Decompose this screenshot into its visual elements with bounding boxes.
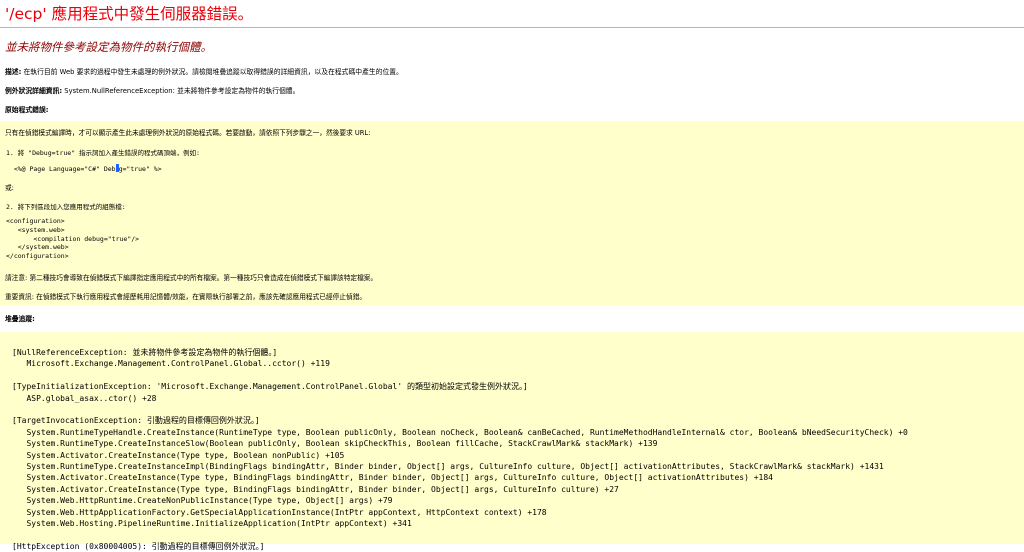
page-title: '/ecp' 應用程式中發生伺服器錯誤。 — [5, 5, 254, 23]
stack-line: System.RuntimeTypeHandle.CreateInstance(… — [12, 427, 908, 437]
source-note: 請注意: 第二種技巧會導致在偵錯模式下編譯指定應用程式中的所有檔案。第一種技巧只… — [5, 274, 378, 282]
stack-line: System.RuntimeType.CreateInstanceSlow(Bo… — [12, 439, 658, 449]
stack-line: ASP.global_asax..ctor() +28 — [12, 393, 157, 403]
config-line: </system.web> — [6, 243, 69, 252]
stack-trace-box: [NullReferenceException: 並未將物件參考設定為物件的執行… — [0, 332, 1024, 551]
stack-line: System.Web.HttpRuntime.CreateNonPublicIn… — [12, 496, 393, 506]
exception-details-text: System.NullReferenceException: 並未將物件參考設定… — [62, 87, 300, 95]
stack-line: System.Activator.CreateInstance(Type typ… — [12, 473, 773, 483]
stack-trace: [NullReferenceException: 並未將物件參考設定為物件的執行… — [12, 347, 908, 552]
config-line: </configuration> — [6, 252, 69, 261]
title-divider — [0, 27, 1024, 28]
config-line: <configuration> — [6, 217, 65, 225]
description-text: 在執行目前 Web 要求的過程中發生未處理的例外狀況。請檢閱堆疊追蹤以取得錯誤的… — [21, 68, 403, 76]
source-error-box: 只有在偵錯模式編譯時，才可以顯示產生此未處理例外狀況的原始程式碼。若要啟動，請依… — [0, 121, 1024, 305]
stack-line: System.Activator.CreateInstance(Type typ… — [12, 484, 619, 494]
description-line: 描述: 在執行目前 Web 要求的過程中發生未處理的例外狀況。請檢閱堆疊追蹤以取… — [5, 66, 403, 76]
stack-line: System.Activator.CreateInstance(Type typ… — [12, 450, 345, 460]
stack-line: System.RuntimeType.CreateInstanceImpl(Bi… — [12, 462, 884, 472]
source-step-2: 2. 將下列區段加入您應用程式的組態檔: — [6, 203, 126, 211]
config-line: <system.web> — [6, 225, 65, 234]
exception-details-line: 例外狀況詳細資訊: System.NullReferenceException:… — [5, 85, 299, 95]
stack-line: Microsoft.Exchange.Management.ControlPan… — [12, 359, 330, 369]
stack-line: System.Web.HttpApplicationFactory.GetSpe… — [12, 507, 547, 517]
error-heading: 並未將物件參考設定為物件的執行個體。 — [5, 40, 212, 54]
config-snippet: <configuration> <system.web> <compilatio… — [6, 217, 139, 261]
source-step-1: 1. 將 "Debug=true" 指示詞加入產生錯誤的程式碼頂端，例如: — [6, 149, 200, 157]
exception-details-label: 例外狀況詳細資訊: — [5, 87, 63, 95]
stack-line: [TypeInitializationException: 'Microsoft… — [12, 382, 528, 392]
description-label: 描述: — [5, 68, 22, 76]
page-directive: <%@ Page Language="C#" Deb g="true" %> — [6, 164, 162, 173]
stack-line: System.Web.Hosting.PipelineRuntime.Initi… — [12, 519, 412, 529]
stack-line: [TargetInvocationException: 引動過程的目標傳回例外狀… — [12, 416, 260, 426]
source-error-label: 原始程式錯誤: — [5, 106, 49, 114]
stack-trace-label: 堆疊追蹤: — [5, 315, 35, 323]
config-line: <compilation debug="true"/> — [6, 234, 140, 243]
source-intro: 只有在偵錯模式編譯時，才可以顯示產生此未處理例外狀況的原始程式碼。若要啟動，請依… — [5, 129, 371, 137]
source-important: 重要資訊: 在偵錯模式下執行應用程式會經歷耗用記憶體/效能，在實際執行部署之前，… — [5, 293, 367, 301]
stack-line: [HttpException (0x80004005): 引動過程的目標傳回例外… — [12, 541, 265, 551]
stack-line: [NullReferenceException: 並未將物件參考設定為物件的執行… — [12, 348, 278, 357]
source-or: 或: — [5, 184, 14, 192]
